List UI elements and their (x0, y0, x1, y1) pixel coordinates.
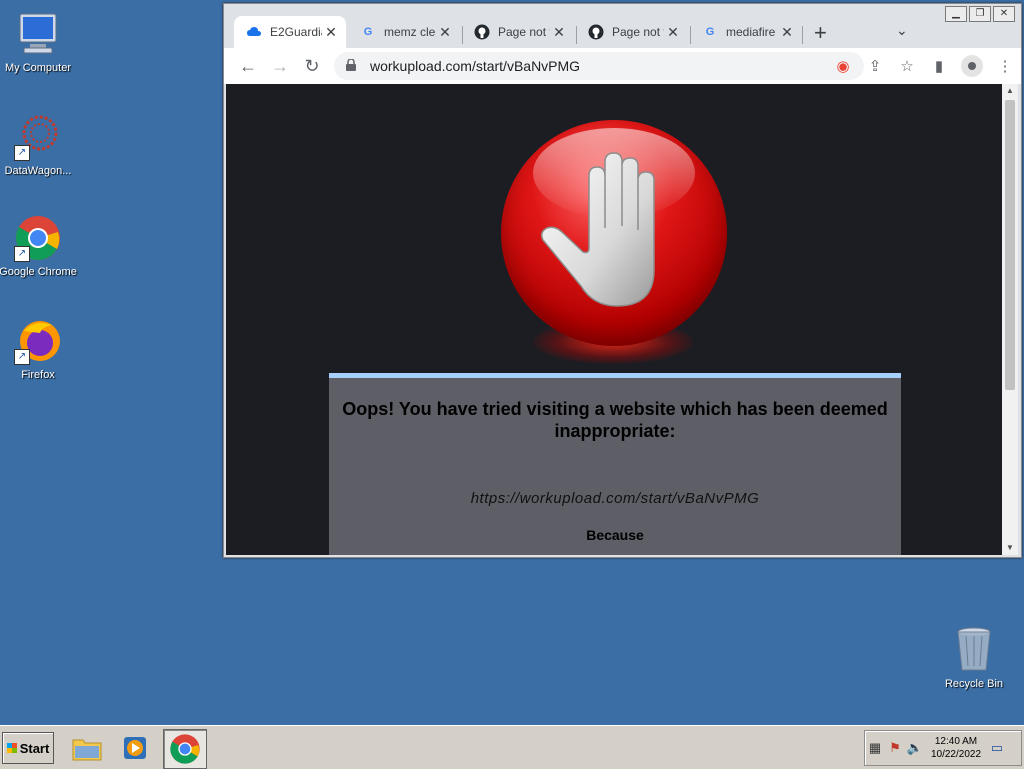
menu-kebab-icon[interactable]: ⋮ (989, 57, 1021, 75)
side-panel-icon[interactable]: ▮ (923, 57, 955, 75)
volume-icon[interactable]: 🔈 (905, 740, 925, 756)
clock-date: 10/22/2022 (930, 749, 982, 760)
start-label: Start (19, 740, 50, 756)
computer-icon (14, 10, 62, 58)
desktop-icon-label: Firefox (21, 369, 55, 381)
folder-icon (72, 739, 102, 761)
tab-memz-clean[interactable]: G memz clean ✕ (348, 16, 460, 48)
github-icon (588, 24, 604, 40)
hand-icon (540, 152, 655, 307)
shortcut-arrow-icon: ↗ (14, 145, 30, 161)
firefox-icon: ↗ (14, 317, 62, 365)
tab-title: Page not found (612, 25, 664, 39)
desktop-icon-recycle-bin[interactable]: Recycle Bin (934, 626, 1014, 690)
scroll-down-arrow-icon[interactable]: ▼ (1002, 541, 1018, 555)
tab-close-icon[interactable]: ✕ (664, 24, 682, 41)
google-icon: G (363, 26, 373, 38)
address-bar[interactable]: workupload.com/start/vBaNvPMG (334, 52, 864, 80)
chrome-window: ▁ ❐ ✕ E2Guardian ✕ G memz clean ✕ Page n… (223, 3, 1022, 558)
forward-button[interactable]: → (264, 56, 296, 77)
google-lens-icon[interactable]: ◉ (827, 57, 859, 75)
tab-page-not-found-2[interactable]: Page not found ✕ (576, 16, 688, 48)
scroll-thumb[interactable] (1005, 100, 1015, 390)
taskbar-media-player[interactable] (114, 729, 156, 767)
desktop-icon-datawagon[interactable]: ↗ DataWagon... (0, 113, 78, 177)
browser-toolbar: ← → ↻ workupload.com/start/vBaNvPMG ◉ ⇪ … (224, 48, 1021, 84)
start-button[interactable]: Start (2, 732, 54, 764)
desktop-icon-google-chrome[interactable]: ↗ Google Chrome (0, 214, 78, 278)
tab-title: Page not found (498, 25, 550, 39)
clock-time: 12:40 AM (934, 736, 978, 747)
media-player-icon (124, 737, 146, 759)
desktop-icon-my-computer[interactable]: My Computer (0, 10, 78, 74)
tab-title: E2Guardian (270, 25, 322, 39)
system-tray: ▦ ⚑ 🔈 12:40 AM 10/22/2022 ▭ (864, 730, 1022, 766)
cloud-icon (246, 24, 262, 40)
toolbar-actions: ◉ ⇪ ☆ ▮ ⋮ (827, 48, 1021, 84)
taskbar-explorer[interactable] (66, 729, 108, 767)
taskbar-chrome[interactable] (163, 729, 207, 769)
stop-hand-image (501, 120, 727, 364)
tab-title: mediafire (726, 25, 776, 39)
google-icon: G (705, 26, 715, 38)
new-tab-button[interactable]: + (814, 20, 827, 46)
reload-button[interactable]: ↻ (296, 56, 328, 77)
desktop-icon-label: My Computer (4, 62, 72, 74)
shortcut-arrow-icon: ↗ (14, 349, 30, 365)
address-url: workupload.com/start/vBaNvPMG (370, 58, 581, 74)
desktop-icon-label: DataWagon... (4, 165, 72, 177)
page-viewport: Oops! You have tried visiting a website … (226, 84, 1002, 555)
tab-strip: E2Guardian ✕ G memz clean ✕ Page not fou… (224, 14, 1021, 48)
github-icon (474, 24, 490, 40)
back-button[interactable]: ← (232, 56, 264, 77)
tab-mediafire[interactable]: G mediafire ✕ (690, 16, 802, 48)
shortcut-arrow-icon: ↗ (14, 246, 30, 262)
tab-title: memz clean (384, 25, 436, 39)
block-reason-heading: Because (586, 527, 644, 543)
blocked-url: https://workupload.com/start/vBaNvPMG (470, 490, 760, 507)
security-alert-icon[interactable]: ⚑ (885, 740, 905, 756)
desktop-icon-label: Recycle Bin (944, 678, 1004, 690)
chrome-icon: ↗ (14, 214, 62, 262)
chrome-icon (170, 734, 200, 764)
bookmark-star-icon[interactable]: ☆ (891, 57, 923, 75)
network-icon[interactable]: ▦ (865, 740, 885, 756)
tab-separator (802, 26, 803, 44)
datawagon-icon: ↗ (14, 113, 62, 161)
block-message-title: Oops! You have tried visiting a website … (342, 399, 888, 441)
clock[interactable]: 12:40 AM 10/22/2022 (925, 735, 987, 761)
share-icon[interactable]: ⇪ (859, 57, 891, 75)
tab-close-icon[interactable]: ✕ (436, 24, 454, 41)
taskbar: Start ▦ ⚑ 🔈 12:40 AM 10/22/2022 ▭ (0, 725, 1024, 769)
show-desktop-icon[interactable]: ▭ (987, 740, 1007, 756)
tab-close-icon[interactable]: ✕ (322, 24, 340, 41)
block-message-box: Oops! You have tried visiting a website … (329, 373, 901, 555)
tab-search-chevron-icon[interactable]: ⌄ (896, 22, 908, 39)
windows-logo-icon (6, 743, 17, 753)
tab-close-icon[interactable]: ✕ (778, 24, 796, 41)
vertical-scrollbar[interactable]: ▲ ▼ (1002, 84, 1018, 555)
tab-page-not-found-1[interactable]: Page not found ✕ (462, 16, 574, 48)
tab-e2guardian[interactable]: E2Guardian ✕ (234, 16, 346, 48)
recycle-bin-icon (950, 626, 998, 674)
desktop-icon-firefox[interactable]: ↗ Firefox (0, 317, 78, 381)
tab-close-icon[interactable]: ✕ (550, 24, 568, 41)
desktop-icon-label: Google Chrome (0, 266, 77, 278)
scroll-up-arrow-icon[interactable]: ▲ (1002, 84, 1018, 98)
lock-icon (346, 57, 360, 74)
profile-avatar-icon[interactable] (961, 55, 983, 77)
